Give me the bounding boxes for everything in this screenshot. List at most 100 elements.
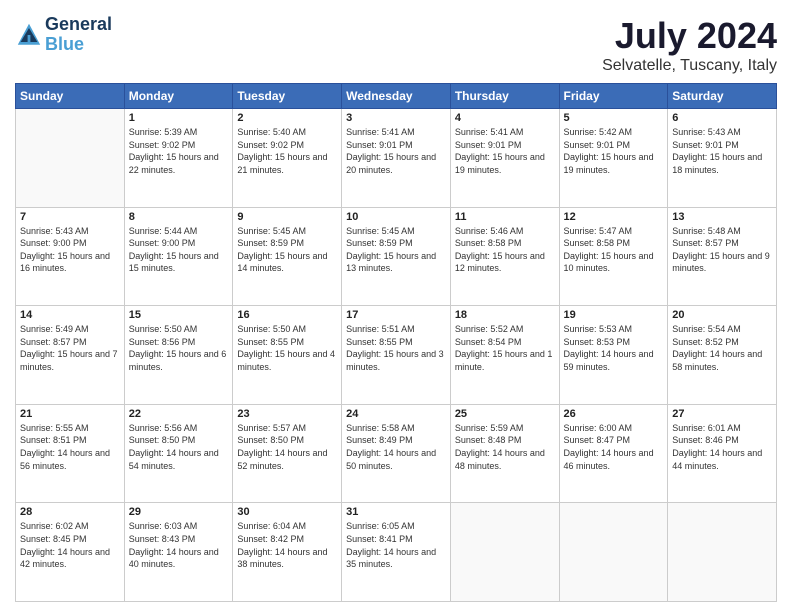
calendar-week-2: 7 Sunrise: 5:43 AMSunset: 9:00 PMDaylight…	[16, 207, 777, 306]
col-tuesday: Tuesday	[233, 84, 342, 109]
calendar-cell: 1 Sunrise: 5:39 AMSunset: 9:02 PMDaylight…	[124, 109, 233, 208]
day-info: Sunrise: 6:02 AMSunset: 8:45 PMDaylight:…	[20, 520, 120, 570]
header-row: Sunday Monday Tuesday Wednesday Thursday…	[16, 84, 777, 109]
calendar-week-1: 1 Sunrise: 5:39 AMSunset: 9:02 PMDaylight…	[16, 109, 777, 208]
day-info: Sunrise: 6:03 AMSunset: 8:43 PMDaylight:…	[129, 520, 229, 570]
calendar-cell	[450, 503, 559, 602]
day-info: Sunrise: 5:41 AMSunset: 9:01 PMDaylight:…	[346, 126, 446, 176]
day-number: 1	[129, 112, 229, 124]
calendar: Sunday Monday Tuesday Wednesday Thursday…	[15, 83, 777, 602]
day-number: 6	[672, 112, 772, 124]
day-number: 11	[455, 211, 555, 223]
calendar-body: 1 Sunrise: 5:39 AMSunset: 9:02 PMDaylight…	[16, 109, 777, 602]
day-info: Sunrise: 5:44 AMSunset: 9:00 PMDaylight:…	[129, 225, 229, 275]
day-info: Sunrise: 5:52 AMSunset: 8:54 PMDaylight:…	[455, 323, 555, 373]
day-info: Sunrise: 5:42 AMSunset: 9:01 PMDaylight:…	[564, 126, 664, 176]
calendar-cell: 6Sunrise: 5:43 AMSunset: 9:01 PMDaylight…	[668, 109, 777, 208]
day-number: 18	[455, 309, 555, 321]
calendar-cell: 10 Sunrise: 5:45 AMSunset: 8:59 PMDayligh…	[342, 207, 451, 306]
day-number: 12	[564, 211, 664, 223]
day-info: Sunrise: 5:48 AMSunset: 8:57 PMDaylight:…	[672, 225, 772, 275]
logo-text: General Blue	[45, 15, 112, 55]
day-number: 10	[346, 211, 446, 223]
day-number: 30	[237, 506, 337, 518]
day-number: 15	[129, 309, 229, 321]
day-info: Sunrise: 5:56 AMSunset: 8:50 PMDaylight:…	[129, 422, 229, 472]
logo-icon	[15, 21, 43, 49]
day-number: 24	[346, 408, 446, 420]
calendar-cell: 7 Sunrise: 5:43 AMSunset: 9:00 PMDaylight…	[16, 207, 125, 306]
calendar-week-3: 14Sunrise: 5:49 AMSunset: 8:57 PMDayligh…	[16, 306, 777, 405]
calendar-cell: 16 Sunrise: 5:50 AMSunset: 8:55 PMDayligh…	[233, 306, 342, 405]
logo: General Blue	[15, 15, 112, 55]
calendar-cell: 28 Sunrise: 6:02 AMSunset: 8:45 PMDayligh…	[16, 503, 125, 602]
day-number: 20	[672, 309, 772, 321]
day-info: Sunrise: 5:59 AMSunset: 8:48 PMDaylight:…	[455, 422, 555, 472]
day-number: 26	[564, 408, 664, 420]
calendar-week-5: 28 Sunrise: 6:02 AMSunset: 8:45 PMDayligh…	[16, 503, 777, 602]
col-saturday: Saturday	[668, 84, 777, 109]
calendar-header: Sunday Monday Tuesday Wednesday Thursday…	[16, 84, 777, 109]
day-info: Sunrise: 5:49 AMSunset: 8:57 PMDaylight:…	[20, 323, 120, 373]
day-number: 3	[346, 112, 446, 124]
day-info: Sunrise: 6:01 AMSunset: 8:46 PMDaylight:…	[672, 422, 772, 472]
day-info: Sunrise: 6:04 AMSunset: 8:42 PMDaylight:…	[237, 520, 337, 570]
day-info: Sunrise: 5:58 AMSunset: 8:49 PMDaylight:…	[346, 422, 446, 472]
calendar-cell: 11 Sunrise: 5:46 AMSunset: 8:58 PMDayligh…	[450, 207, 559, 306]
day-number: 2	[237, 112, 337, 124]
day-number: 4	[455, 112, 555, 124]
logo-line1: General	[45, 15, 112, 35]
col-sunday: Sunday	[16, 84, 125, 109]
day-number: 29	[129, 506, 229, 518]
day-number: 31	[346, 506, 446, 518]
day-number: 23	[237, 408, 337, 420]
day-number: 27	[672, 408, 772, 420]
day-number: 21	[20, 408, 120, 420]
calendar-cell: 4 Sunrise: 5:41 AMSunset: 9:01 PMDaylight…	[450, 109, 559, 208]
header: General Blue July 2024 Selvatelle, Tusca…	[15, 15, 777, 75]
day-number: 9	[237, 211, 337, 223]
calendar-cell: 12 Sunrise: 5:47 AMSunset: 8:58 PMDayligh…	[559, 207, 668, 306]
calendar-cell: 19Sunrise: 5:53 AMSunset: 8:53 PMDayligh…	[559, 306, 668, 405]
day-info: Sunrise: 5:40 AMSunset: 9:02 PMDaylight:…	[237, 126, 337, 176]
calendar-cell: 23 Sunrise: 5:57 AMSunset: 8:50 PMDayligh…	[233, 404, 342, 503]
day-info: Sunrise: 5:57 AMSunset: 8:50 PMDaylight:…	[237, 422, 337, 472]
col-monday: Monday	[124, 84, 233, 109]
col-friday: Friday	[559, 84, 668, 109]
day-info: Sunrise: 5:39 AMSunset: 9:02 PMDaylight:…	[129, 126, 229, 176]
day-number: 17	[346, 309, 446, 321]
day-info: Sunrise: 5:47 AMSunset: 8:58 PMDaylight:…	[564, 225, 664, 275]
calendar-cell	[668, 503, 777, 602]
day-number: 5	[564, 112, 664, 124]
calendar-cell: 18 Sunrise: 5:52 AMSunset: 8:54 PMDayligh…	[450, 306, 559, 405]
calendar-cell: 20Sunrise: 5:54 AMSunset: 8:52 PMDayligh…	[668, 306, 777, 405]
page: General Blue July 2024 Selvatelle, Tusca…	[0, 0, 792, 612]
day-info: Sunrise: 5:43 AMSunset: 9:00 PMDaylight:…	[20, 225, 120, 275]
day-info: Sunrise: 5:45 AMSunset: 8:59 PMDaylight:…	[346, 225, 446, 275]
col-wednesday: Wednesday	[342, 84, 451, 109]
day-number: 16	[237, 309, 337, 321]
calendar-cell: 29 Sunrise: 6:03 AMSunset: 8:43 PMDayligh…	[124, 503, 233, 602]
day-number: 28	[20, 506, 120, 518]
day-number: 7	[20, 211, 120, 223]
calendar-cell: 14Sunrise: 5:49 AMSunset: 8:57 PMDayligh…	[16, 306, 125, 405]
calendar-cell: 21 Sunrise: 5:55 AMSunset: 8:51 PMDayligh…	[16, 404, 125, 503]
day-info: Sunrise: 5:50 AMSunset: 8:55 PMDaylight:…	[237, 323, 337, 373]
calendar-cell: 25Sunrise: 5:59 AMSunset: 8:48 PMDayligh…	[450, 404, 559, 503]
day-number: 13	[672, 211, 772, 223]
calendar-cell: 3 Sunrise: 5:41 AMSunset: 9:01 PMDaylight…	[342, 109, 451, 208]
day-info: Sunrise: 5:46 AMSunset: 8:58 PMDaylight:…	[455, 225, 555, 275]
day-number: 19	[564, 309, 664, 321]
day-info: Sunrise: 5:41 AMSunset: 9:01 PMDaylight:…	[455, 126, 555, 176]
day-info: Sunrise: 5:51 AMSunset: 8:55 PMDaylight:…	[346, 323, 446, 373]
subtitle: Selvatelle, Tuscany, Italy	[602, 57, 777, 75]
day-info: Sunrise: 5:55 AMSunset: 8:51 PMDaylight:…	[20, 422, 120, 472]
day-info: Sunrise: 5:45 AMSunset: 8:59 PMDaylight:…	[237, 225, 337, 275]
calendar-cell: 27 Sunrise: 6:01 AMSunset: 8:46 PMDayligh…	[668, 404, 777, 503]
calendar-cell: 22 Sunrise: 5:56 AMSunset: 8:50 PMDayligh…	[124, 404, 233, 503]
logo-line2: Blue	[45, 34, 84, 54]
day-number: 22	[129, 408, 229, 420]
col-thursday: Thursday	[450, 84, 559, 109]
calendar-cell: 5 Sunrise: 5:42 AMSunset: 9:01 PMDaylight…	[559, 109, 668, 208]
calendar-cell: 9 Sunrise: 5:45 AMSunset: 8:59 PMDaylight…	[233, 207, 342, 306]
